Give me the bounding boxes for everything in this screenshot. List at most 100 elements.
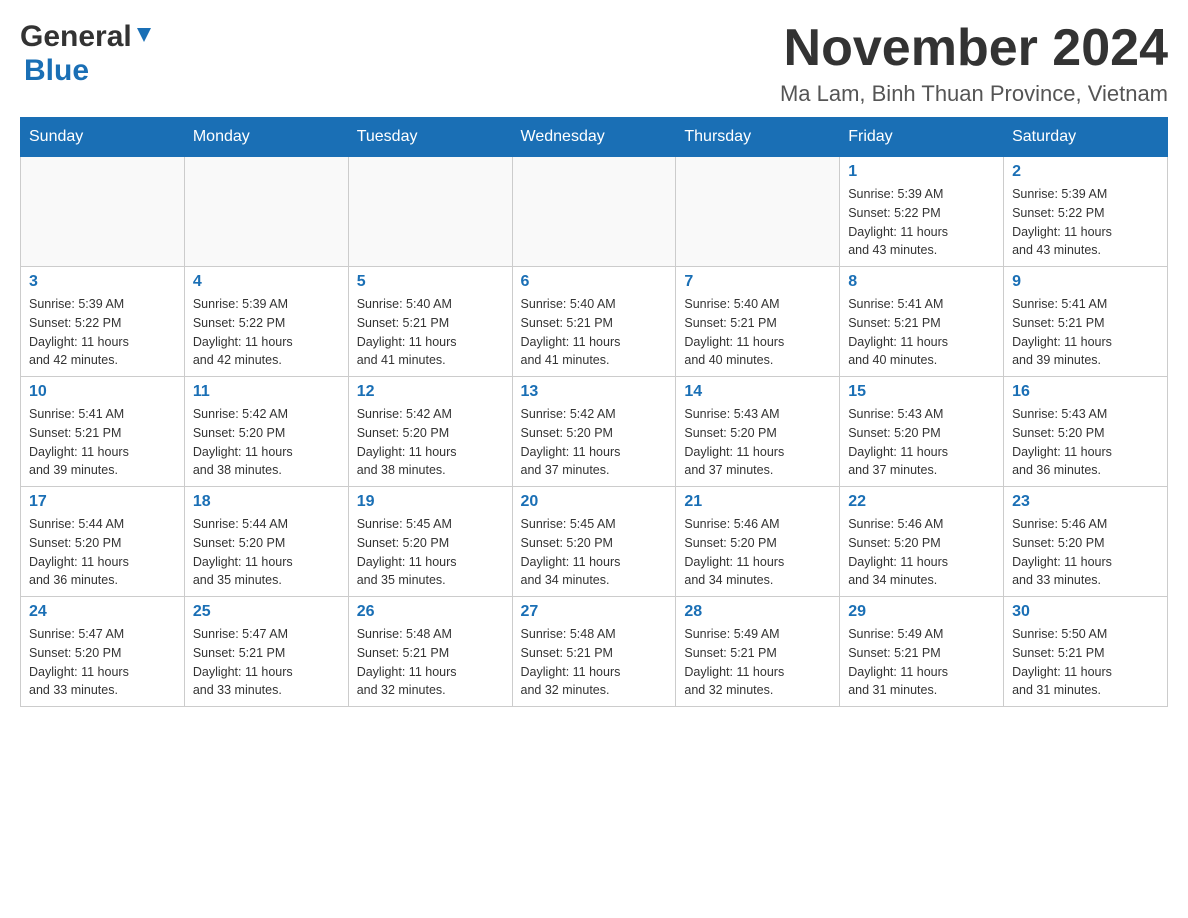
day-number: 2 xyxy=(1012,163,1159,181)
day-number: 19 xyxy=(357,493,504,511)
day-number: 15 xyxy=(848,383,995,401)
day-number: 26 xyxy=(357,603,504,621)
day-number: 24 xyxy=(29,603,176,621)
day-number: 13 xyxy=(521,383,668,401)
day-info: Sunrise: 5:46 AM Sunset: 5:20 PM Dayligh… xyxy=(848,515,995,590)
page-subtitle: Ma Lam, Binh Thuan Province, Vietnam xyxy=(780,81,1168,107)
calendar-cell: 8 Sunrise: 5:41 AM Sunset: 5:21 PM Daylig… xyxy=(840,267,1004,377)
week-row-3: 10 Sunrise: 5:41 AM Sunset: 5:21 PM Dayli… xyxy=(21,377,1168,487)
day-info: Sunrise: 5:42 AM Sunset: 5:20 PM Dayligh… xyxy=(521,405,668,480)
calendar-cell: 29Sunrise: 5:49 AM Sunset: 5:21 PM Dayli… xyxy=(840,597,1004,707)
day-info: Sunrise: 5:39 AM Sunset: 5:22 PM Dayligh… xyxy=(848,185,995,260)
calendar-header-row: SundayMondayTuesdayWednesdayThursdayFrid… xyxy=(21,118,1168,157)
calendar-cell: 14 Sunrise: 5:43 AM Sunset: 5:20 PM Dayli… xyxy=(676,377,840,487)
day-number: 14 xyxy=(684,383,831,401)
day-number: 25 xyxy=(193,603,340,621)
weekday-header-saturday: Saturday xyxy=(1004,118,1168,157)
weekday-header-monday: Monday xyxy=(184,118,348,157)
page-title: November 2024 xyxy=(780,20,1168,77)
calendar-cell: 22 Sunrise: 5:46 AM Sunset: 5:20 PM Dayli… xyxy=(840,487,1004,597)
day-number: 17 xyxy=(29,493,176,511)
calendar-cell: 10 Sunrise: 5:41 AM Sunset: 5:21 PM Dayli… xyxy=(21,377,185,487)
day-info: Sunrise: 5:40 AM Sunset: 5:21 PM Dayligh… xyxy=(684,295,831,370)
day-info: Sunrise: 5:43 AM Sunset: 5:20 PM Dayligh… xyxy=(684,405,831,480)
logo-general: General xyxy=(20,20,132,54)
day-number: 23 xyxy=(1012,493,1159,511)
week-row-1: 1 Sunrise: 5:39 AM Sunset: 5:22 PM Daylig… xyxy=(21,157,1168,267)
calendar-cell xyxy=(676,157,840,267)
day-number: 18 xyxy=(193,493,340,511)
calendar-cell: 21 Sunrise: 5:46 AM Sunset: 5:20 PM Dayli… xyxy=(676,487,840,597)
day-number: 12 xyxy=(357,383,504,401)
weekday-header-tuesday: Tuesday xyxy=(348,118,512,157)
day-info: Sunrise: 5:42 AM Sunset: 5:20 PM Dayligh… xyxy=(357,405,504,480)
day-number: 11 xyxy=(193,383,340,401)
weekday-header-thursday: Thursday xyxy=(676,118,840,157)
calendar-cell xyxy=(348,157,512,267)
day-number: 10 xyxy=(29,383,176,401)
day-info: Sunrise: 5:39 AM Sunset: 5:22 PM Dayligh… xyxy=(29,295,176,370)
calendar-cell: 28 Sunrise: 5:49 AM Sunset: 5:21 PM Dayli… xyxy=(676,597,840,707)
page-header: General Blue November 2024 Ma Lam, Binh … xyxy=(20,20,1168,107)
day-info: Sunrise: 5:45 AM Sunset: 5:20 PM Dayligh… xyxy=(357,515,504,590)
day-info: Sunrise: 5:41 AM Sunset: 5:21 PM Dayligh… xyxy=(1012,295,1159,370)
day-info: Sunrise: 5:43 AM Sunset: 5:20 PM Dayligh… xyxy=(848,405,995,480)
calendar-cell: 12 Sunrise: 5:42 AM Sunset: 5:20 PM Dayli… xyxy=(348,377,512,487)
day-info: Sunrise: 5:47 AM Sunset: 5:20 PM Dayligh… xyxy=(29,625,176,700)
day-number: 20 xyxy=(521,493,668,511)
day-info: Sunrise: 5:41 AM Sunset: 5:21 PM Dayligh… xyxy=(29,405,176,480)
day-info: Sunrise: 5:48 AM Sunset: 5:21 PM Dayligh… xyxy=(521,625,668,700)
day-info: Sunrise: 5:44 AM Sunset: 5:20 PM Dayligh… xyxy=(193,515,340,590)
day-info: Sunrise: 5:46 AM Sunset: 5:20 PM Dayligh… xyxy=(684,515,831,590)
day-number: 1 xyxy=(848,163,995,181)
calendar-cell: 9 Sunrise: 5:41 AM Sunset: 5:21 PM Daylig… xyxy=(1004,267,1168,377)
calendar-cell: 20 Sunrise: 5:45 AM Sunset: 5:20 PM Dayli… xyxy=(512,487,676,597)
day-number: 4 xyxy=(193,273,340,291)
day-info: Sunrise: 5:46 AM Sunset: 5:20 PM Dayligh… xyxy=(1012,515,1159,590)
calendar-cell: 24 Sunrise: 5:47 AM Sunset: 5:20 PM Dayli… xyxy=(21,597,185,707)
calendar-cell: 5Sunrise: 5:40 AM Sunset: 5:21 PM Daylig… xyxy=(348,267,512,377)
week-row-5: 24 Sunrise: 5:47 AM Sunset: 5:20 PM Dayli… xyxy=(21,597,1168,707)
calendar-cell: 27 Sunrise: 5:48 AM Sunset: 5:21 PM Dayli… xyxy=(512,597,676,707)
day-info: Sunrise: 5:47 AM Sunset: 5:21 PM Dayligh… xyxy=(193,625,340,700)
calendar-cell xyxy=(21,157,185,267)
day-info: Sunrise: 5:49 AM Sunset: 5:21 PM Dayligh… xyxy=(684,625,831,700)
calendar-cell: 17 Sunrise: 5:44 AM Sunset: 5:20 PM Dayli… xyxy=(21,487,185,597)
calendar-cell: 3Sunrise: 5:39 AM Sunset: 5:22 PM Daylig… xyxy=(21,267,185,377)
calendar-cell: 25 Sunrise: 5:47 AM Sunset: 5:21 PM Dayli… xyxy=(184,597,348,707)
weekday-header-sunday: Sunday xyxy=(21,118,185,157)
day-info: Sunrise: 5:43 AM Sunset: 5:20 PM Dayligh… xyxy=(1012,405,1159,480)
day-info: Sunrise: 5:41 AM Sunset: 5:21 PM Dayligh… xyxy=(848,295,995,370)
day-number: 5 xyxy=(357,273,504,291)
day-number: 22 xyxy=(848,493,995,511)
day-number: 28 xyxy=(684,603,831,621)
calendar-cell: 15 Sunrise: 5:43 AM Sunset: 5:20 PM Dayli… xyxy=(840,377,1004,487)
day-number: 16 xyxy=(1012,383,1159,401)
calendar-cell: 4 Sunrise: 5:39 AM Sunset: 5:22 PM Daylig… xyxy=(184,267,348,377)
day-info: Sunrise: 5:45 AM Sunset: 5:20 PM Dayligh… xyxy=(521,515,668,590)
calendar-cell: 19 Sunrise: 5:45 AM Sunset: 5:20 PM Dayli… xyxy=(348,487,512,597)
calendar-cell xyxy=(512,157,676,267)
calendar-cell: 16 Sunrise: 5:43 AM Sunset: 5:20 PM Dayli… xyxy=(1004,377,1168,487)
day-number: 9 xyxy=(1012,273,1159,291)
calendar-cell: 2Sunrise: 5:39 AM Sunset: 5:22 PM Daylig… xyxy=(1004,157,1168,267)
day-info: Sunrise: 5:50 AM Sunset: 5:21 PM Dayligh… xyxy=(1012,625,1159,700)
day-info: Sunrise: 5:42 AM Sunset: 5:20 PM Dayligh… xyxy=(193,405,340,480)
day-info: Sunrise: 5:44 AM Sunset: 5:20 PM Dayligh… xyxy=(29,515,176,590)
day-info: Sunrise: 5:40 AM Sunset: 5:21 PM Dayligh… xyxy=(521,295,668,370)
calendar-cell: 7 Sunrise: 5:40 AM Sunset: 5:21 PM Daylig… xyxy=(676,267,840,377)
day-info: Sunrise: 5:49 AM Sunset: 5:21 PM Dayligh… xyxy=(848,625,995,700)
weekday-header-wednesday: Wednesday xyxy=(512,118,676,157)
day-number: 30 xyxy=(1012,603,1159,621)
calendar-cell: 30 Sunrise: 5:50 AM Sunset: 5:21 PM Dayli… xyxy=(1004,597,1168,707)
calendar-cell xyxy=(184,157,348,267)
calendar-cell: 18 Sunrise: 5:44 AM Sunset: 5:20 PM Dayli… xyxy=(184,487,348,597)
weekday-header-friday: Friday xyxy=(840,118,1004,157)
day-number: 7 xyxy=(684,273,831,291)
day-info: Sunrise: 5:39 AM Sunset: 5:22 PM Dayligh… xyxy=(193,295,340,370)
calendar-cell: 26Sunrise: 5:48 AM Sunset: 5:21 PM Dayli… xyxy=(348,597,512,707)
day-number: 21 xyxy=(684,493,831,511)
logo-blue: Blue xyxy=(24,54,89,87)
day-number: 8 xyxy=(848,273,995,291)
day-number: 27 xyxy=(521,603,668,621)
